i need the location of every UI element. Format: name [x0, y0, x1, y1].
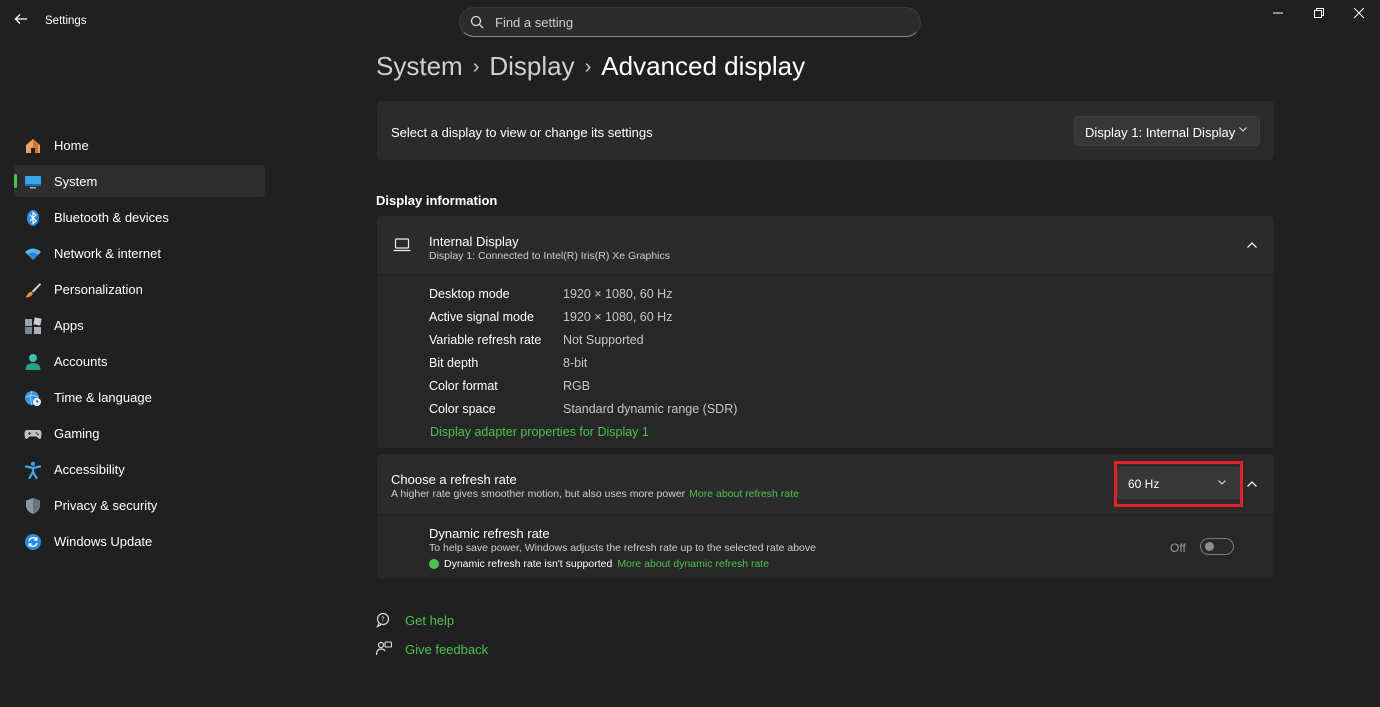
display-info-header[interactable]: Internal Display Display 1: Connected to…	[377, 216, 1274, 274]
display-info-details: Desktop mode 1920 × 1080, 60 Hz Active s…	[377, 275, 1274, 448]
help-chat-icon: ?	[376, 612, 390, 628]
gamepad-icon	[24, 430, 42, 439]
dynamic-refresh-toggle[interactable]	[1200, 538, 1234, 555]
sidebar-item-personalization[interactable]: Personalization	[14, 273, 265, 305]
get-help-item[interactable]: ? Get help	[376, 610, 454, 630]
bluetooth-icon	[27, 210, 39, 226]
chevron-up-icon[interactable]	[1246, 241, 1258, 249]
display-select-dropdown[interactable]: Display 1: Internal Display	[1074, 116, 1260, 146]
breadcrumb-system[interactable]: System	[376, 51, 463, 81]
page-title: Advanced display	[601, 51, 806, 81]
sidebar-nav: Home System Bluetooth & devices Network …	[14, 129, 266, 561]
close-icon	[1353, 7, 1365, 19]
restore-button[interactable]	[1309, 6, 1329, 22]
search-icon	[470, 15, 484, 29]
minimize-button[interactable]	[1268, 6, 1288, 22]
display-name: Internal Display	[429, 234, 519, 249]
get-help-link[interactable]: Get help	[405, 613, 454, 628]
toggle-knob	[1205, 542, 1214, 551]
chevron-up-icon[interactable]	[1246, 480, 1258, 488]
display-select-value: Display 1: Internal Display	[1085, 125, 1236, 140]
display-connection: Display 1: Connected to Intel(R) Iris(R)…	[429, 250, 671, 262]
sidebar-item-accounts[interactable]: Accounts	[14, 345, 265, 377]
breadcrumb: System › Display › Advanced display	[376, 51, 805, 82]
search-input[interactable]	[495, 12, 905, 32]
sidebar-item-windows-update[interactable]: Windows Update	[14, 525, 265, 557]
feedback-icon	[376, 641, 392, 656]
search-box[interactable]	[459, 7, 921, 37]
account-icon	[25, 354, 41, 370]
refresh-rate-title: Choose a refresh rate	[391, 472, 517, 487]
display-adapter-properties-link[interactable]: Display adapter properties for Display 1	[430, 425, 649, 439]
sidebar-item-privacy-security[interactable]: Privacy & security	[14, 489, 265, 521]
update-icon	[25, 534, 41, 550]
sidebar-item-bluetooth[interactable]: Bluetooth & devices	[14, 201, 265, 233]
home-icon	[26, 139, 40, 153]
accessibility-icon	[24, 461, 42, 479]
system-display-icon	[25, 176, 41, 189]
back-arrow-icon	[14, 14, 27, 24]
close-button[interactable]	[1349, 6, 1369, 22]
status-dot-icon	[429, 559, 439, 569]
highlight-annotation-box	[1114, 461, 1243, 507]
dynamic-refresh-card: Dynamic refresh rate To help save power,…	[377, 515, 1274, 579]
chevron-right-icon: ›	[472, 56, 480, 78]
back-button[interactable]	[10, 12, 32, 32]
chevron-down-icon	[1239, 127, 1247, 132]
sidebar-item-apps[interactable]: Apps	[14, 309, 265, 341]
select-display-card: Select a display to view or change its s…	[377, 101, 1274, 160]
app-title: Settings	[45, 15, 87, 27]
give-feedback-link[interactable]: Give feedback	[405, 642, 488, 657]
sidebar-item-gaming[interactable]: Gaming	[14, 417, 265, 449]
title-bar: Settings	[0, 0, 1380, 44]
display-information-heading: Display information	[376, 193, 498, 208]
more-about-dynamic-refresh-link[interactable]: More about dynamic refresh rate	[617, 558, 769, 570]
toggle-state-label: Off	[1170, 541, 1186, 555]
brush-icon	[25, 283, 41, 298]
svg-text:?: ?	[381, 616, 385, 624]
shield-icon	[26, 498, 40, 514]
restore-icon	[1314, 8, 1324, 18]
wifi-icon	[25, 248, 41, 260]
globe-clock-icon	[25, 390, 41, 406]
refresh-rate-description: A higher rate gives smoother motion, but…	[391, 488, 799, 500]
breadcrumb-display[interactable]: Display	[489, 51, 574, 81]
apps-icon	[25, 317, 42, 334]
sidebar-item-time-language[interactable]: Time & language	[14, 381, 265, 413]
sidebar-item-home[interactable]: Home	[14, 129, 265, 161]
laptop-icon	[393, 238, 411, 252]
more-about-refresh-rate-link[interactable]: More about refresh rate	[689, 488, 799, 500]
minimize-icon	[1273, 12, 1283, 14]
chevron-right-icon: ›	[584, 56, 592, 78]
sidebar-item-system[interactable]: System	[14, 165, 265, 197]
dynamic-refresh-description: To help save power, Windows adjusts the …	[429, 542, 816, 554]
select-display-label: Select a display to view or change its s…	[391, 125, 653, 140]
sidebar-item-network[interactable]: Network & internet	[14, 237, 265, 269]
dynamic-refresh-title: Dynamic refresh rate	[429, 526, 550, 541]
give-feedback-item[interactable]: Give feedback	[376, 639, 488, 659]
dynamic-refresh-status: Dynamic refresh rate isn't supported Mor…	[429, 558, 769, 570]
sidebar-item-accessibility[interactable]: Accessibility	[14, 453, 265, 485]
